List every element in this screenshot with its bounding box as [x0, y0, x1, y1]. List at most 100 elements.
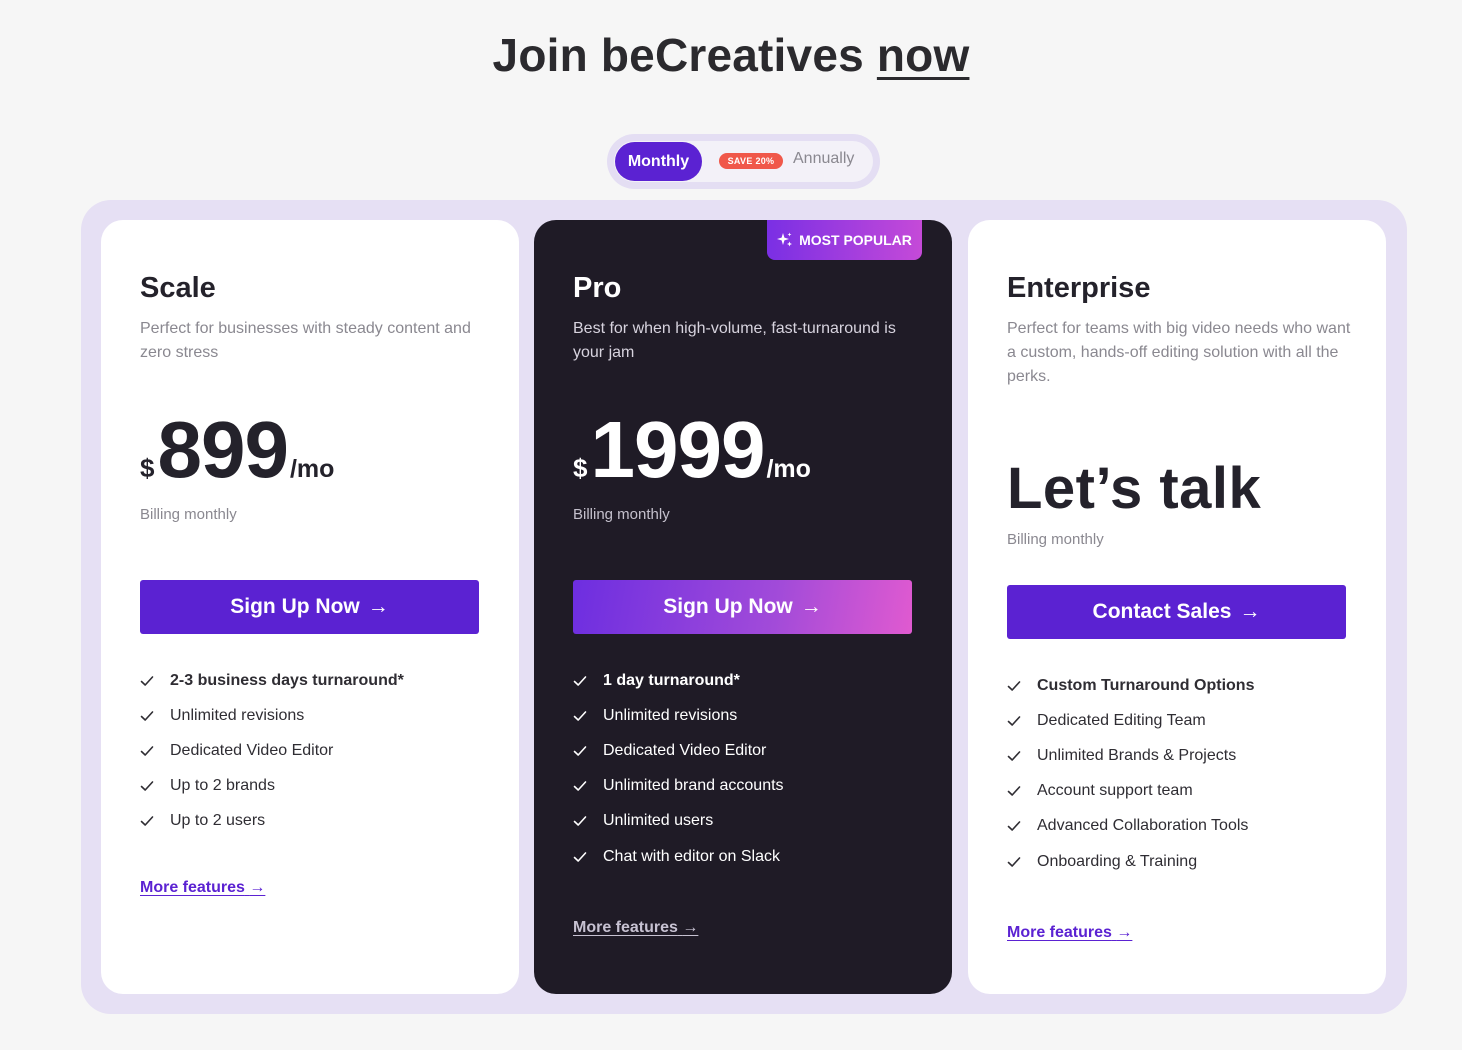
- check-icon: [573, 851, 587, 862]
- arrow-right-icon: →: [249, 879, 266, 896]
- arrow-right-icon: →: [367, 595, 389, 618]
- most-popular-label: MOST POPULAR: [799, 232, 912, 248]
- check-icon: [140, 816, 154, 827]
- sign-up-button[interactable]: Sign Up Now →: [140, 580, 479, 634]
- price-period: /mo: [766, 455, 811, 483]
- feature-label: Up to 2 users: [170, 812, 266, 830]
- more-features-link[interactable]: More features →: [573, 919, 698, 937]
- page-title-main: Join beCreatives: [492, 29, 864, 81]
- sign-up-button[interactable]: Sign Up Now →: [573, 580, 912, 634]
- billing-toggle-track: Monthly SAVE 20% Annually: [614, 141, 873, 182]
- feature-label: Onboarding & Training: [1037, 852, 1198, 870]
- plan-description: Perfect for teams with big video needs w…: [1007, 320, 1351, 385]
- feature-item: Advanced Collaboration Tools: [1007, 809, 1367, 844]
- billing-note: Billing monthly: [140, 506, 237, 523]
- check-icon: [1007, 715, 1021, 726]
- price-amount: 899: [157, 405, 288, 494]
- arrow-right-icon: →: [1239, 600, 1261, 623]
- billing-period-toggle[interactable]: Monthly SAVE 20% Annually: [607, 134, 880, 189]
- plan-description: Perfect for businesses with steady conte…: [140, 320, 471, 361]
- feature-item: Unlimited revisions: [573, 698, 933, 733]
- page-title-emphasis: now: [876, 29, 970, 81]
- feature-item: Unlimited brand accounts: [573, 769, 933, 804]
- feature-label: Unlimited Brands & Projects: [1037, 746, 1237, 764]
- check-icon: [1007, 751, 1021, 761]
- price-currency: $: [140, 453, 155, 483]
- plan-card-pro: MOST POPULAR Pro Best for when high-volu…: [534, 220, 952, 994]
- feature-label: Up to 2 brands: [170, 777, 275, 795]
- check-icon: [573, 746, 587, 756]
- feature-list: Custom Turnaround Options Dedicated Editi…: [1007, 668, 1367, 879]
- feature-item: Up to 2 brands: [140, 769, 500, 804]
- feature-label: Dedicated Video Editor: [603, 741, 767, 759]
- more-features-label: More features: [140, 879, 245, 896]
- feature-list: 1 day turnaround* Unlimited revisions Dedi…: [573, 663, 933, 874]
- check-icon: [1007, 856, 1021, 867]
- check-icon: [140, 675, 154, 686]
- feature-list: 2-3 business days turnaround* Unlimited r…: [140, 663, 500, 839]
- check-icon: [1007, 786, 1021, 796]
- check-icon: [573, 781, 587, 791]
- sparkle-icon: [777, 232, 793, 247]
- more-features-link[interactable]: More features →: [1007, 924, 1132, 942]
- check-icon: [573, 816, 587, 827]
- cta-label: Contact Sales: [1092, 600, 1232, 623]
- more-features-link[interactable]: More features →: [140, 879, 265, 897]
- cta-label: Sign Up Now: [230, 595, 360, 618]
- price-currency: $: [573, 453, 588, 483]
- feature-item: Dedicated Editing Team: [1007, 703, 1367, 738]
- check-icon: [140, 781, 154, 791]
- billing-note: Billing monthly: [573, 506, 670, 523]
- feature-item: Up to 2 users: [140, 804, 500, 839]
- monthly-toggle-button[interactable]: Monthly: [615, 142, 702, 181]
- feature-item: 1 day turnaround*: [573, 663, 933, 698]
- check-icon: [140, 746, 154, 756]
- feature-label: Unlimited users: [603, 812, 714, 830]
- feature-label: Dedicated Video Editor: [170, 741, 334, 759]
- feature-label: Dedicated Editing Team: [1037, 711, 1206, 729]
- save-badge: SAVE 20%: [719, 153, 783, 169]
- feature-label: Unlimited revisions: [170, 706, 305, 724]
- price-period: /mo: [289, 455, 335, 483]
- check-icon: [140, 710, 154, 721]
- feature-label: 1 day turnaround*: [603, 671, 740, 689]
- more-features-label: More features: [573, 919, 678, 936]
- feature-label: Account support team: [1037, 782, 1193, 800]
- feature-label: Chat with editor on Slack: [603, 847, 780, 865]
- feature-label: Advanced Collaboration Tools: [1037, 817, 1249, 835]
- plan-name: Pro: [573, 272, 622, 304]
- plan-name: Scale: [140, 272, 216, 304]
- feature-label: Unlimited brand accounts: [603, 777, 784, 795]
- feature-item: Onboarding & Training: [1007, 844, 1367, 879]
- price-text: Let’s talk: [1007, 456, 1262, 521]
- feature-item: 2-3 business days turnaround*: [140, 663, 500, 698]
- arrow-right-icon: →: [682, 919, 699, 936]
- feature-item: Unlimited revisions: [140, 698, 500, 733]
- check-icon: [1007, 821, 1021, 832]
- feature-item: Unlimited Brands & Projects: [1007, 738, 1367, 773]
- plan-description: Best for when high-volume, fast-turnarou…: [573, 320, 896, 361]
- check-icon: [1007, 680, 1021, 691]
- feature-item: Chat with editor on Slack: [573, 839, 933, 874]
- check-icon: [573, 710, 587, 721]
- feature-item: Dedicated Video Editor: [573, 733, 933, 768]
- contact-sales-button[interactable]: Contact Sales →: [1007, 585, 1346, 639]
- plan-price: $ 1999 /mo: [573, 410, 811, 490]
- feature-label: Unlimited revisions: [603, 706, 738, 724]
- plan-price: $ 899 /mo: [140, 410, 334, 490]
- plan-card-enterprise: Enterprise Perfect for teams with big vi…: [968, 220, 1386, 994]
- feature-item: Unlimited users: [573, 804, 933, 839]
- plan-name: Enterprise: [1007, 272, 1151, 304]
- feature-item: Dedicated Video Editor: [140, 733, 500, 768]
- price-amount: 1999: [590, 405, 765, 494]
- feature-label: Custom Turnaround Options: [1037, 676, 1255, 694]
- more-features-label: More features: [1007, 924, 1112, 941]
- plan-card-scale: Scale Perfect for businesses with steady…: [101, 220, 519, 994]
- most-popular-badge: MOST POPULAR: [767, 220, 922, 260]
- annually-toggle-button[interactable]: Annually: [793, 150, 854, 168]
- feature-label: 2-3 business days turnaround*: [170, 671, 404, 689]
- arrow-right-icon: →: [800, 595, 822, 618]
- cta-label: Sign Up Now: [663, 595, 793, 618]
- feature-item: Account support team: [1007, 774, 1367, 809]
- arrow-right-icon: →: [1116, 924, 1133, 941]
